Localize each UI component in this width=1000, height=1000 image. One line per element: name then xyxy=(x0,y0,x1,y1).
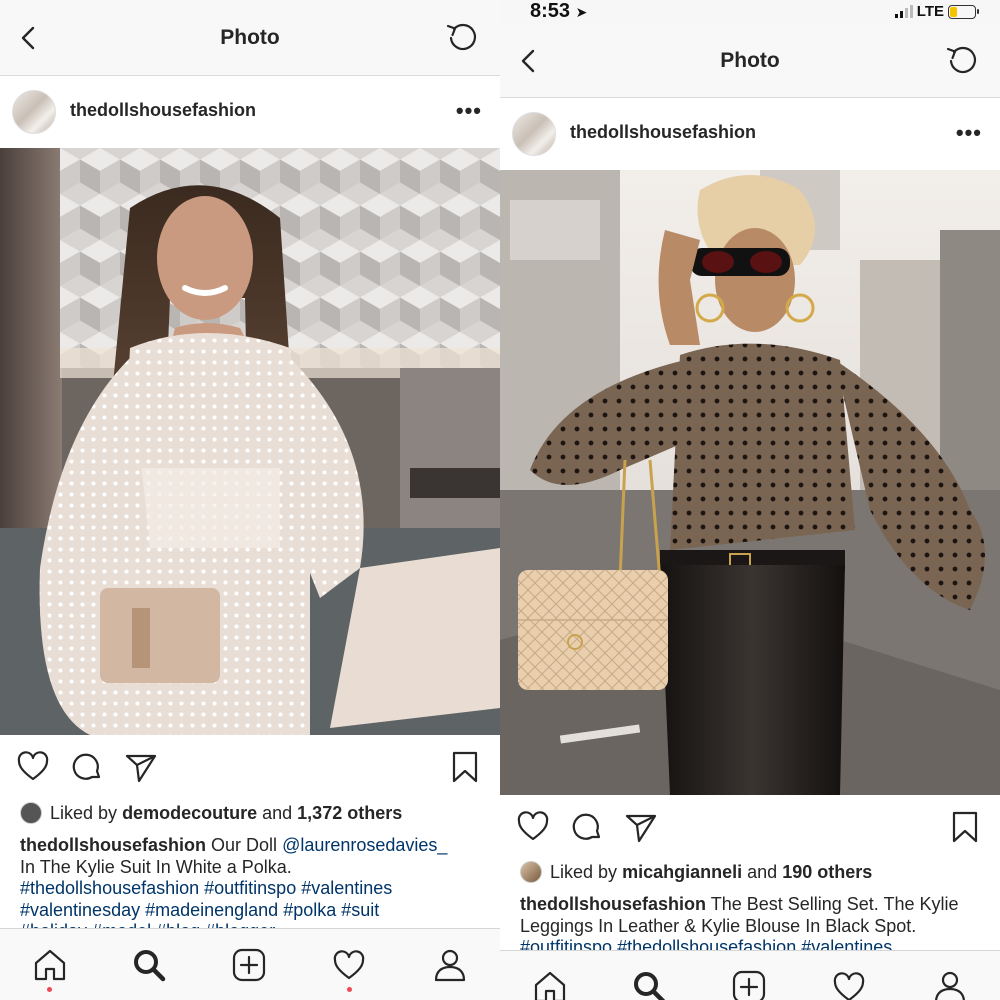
page-title: Photo xyxy=(720,48,780,72)
caption-username[interactable]: thedollshousefashion xyxy=(520,894,706,914)
add-icon[interactable] xyxy=(731,969,767,1000)
liker-avatar xyxy=(520,861,542,883)
likes-line[interactable]: Liked by demodecouture and 1,372 others xyxy=(20,802,402,824)
post-username[interactable]: thedollshousefashion xyxy=(570,122,756,143)
post-username[interactable]: thedollshousefashion xyxy=(70,100,256,121)
liker-name[interactable]: demodecouture xyxy=(122,803,257,823)
profile-icon[interactable] xyxy=(932,969,968,1000)
tab-bar xyxy=(0,928,500,1000)
post-caption: thedollshousefashion Our Doll @laurenros… xyxy=(20,835,486,943)
carrier-label: LTE xyxy=(916,3,944,20)
battery-icon xyxy=(948,4,979,19)
tab-bar xyxy=(500,950,1000,1000)
more-icon[interactable]: ••• xyxy=(956,120,982,146)
share-icon[interactable] xyxy=(124,750,158,784)
bookmark-icon[interactable] xyxy=(948,810,982,844)
post-actions xyxy=(0,740,500,796)
search-icon[interactable] xyxy=(131,947,167,983)
post-photo[interactable] xyxy=(500,170,1000,795)
activity-icon[interactable] xyxy=(331,947,367,983)
refresh-icon[interactable] xyxy=(944,43,980,79)
caption-username[interactable]: thedollshousefashion xyxy=(20,835,206,855)
heart-icon[interactable] xyxy=(516,810,550,844)
add-icon[interactable] xyxy=(231,947,267,983)
search-icon[interactable] xyxy=(631,969,667,1000)
likes-line[interactable]: Liked by micahgianneli and 190 others xyxy=(520,861,872,883)
likes-and: and xyxy=(747,861,778,882)
comment-icon[interactable] xyxy=(570,810,604,844)
caption-text-2: In The Kylie Suit In White a Polka. xyxy=(20,856,292,877)
share-icon[interactable] xyxy=(624,810,658,844)
nav-bar: Photo xyxy=(500,24,1000,98)
likes-and: and xyxy=(262,802,293,823)
heart-icon[interactable] xyxy=(16,750,50,784)
signal-icon xyxy=(894,5,913,18)
activity-icon[interactable] xyxy=(831,969,867,1000)
avatar[interactable] xyxy=(12,90,56,134)
caption-hashtags[interactable]: #thedollshousefashion #outfitinspo #vale… xyxy=(20,878,392,898)
post-photo-image xyxy=(500,170,1000,795)
caption-hashtags[interactable]: #valentinesday #madeinengland #polka #su… xyxy=(20,900,379,920)
bookmark-icon[interactable] xyxy=(448,750,482,784)
home-icon[interactable] xyxy=(532,969,568,1000)
home-icon[interactable] xyxy=(32,947,68,983)
notification-dot xyxy=(347,987,352,992)
liker-avatar xyxy=(20,802,42,824)
likes-others[interactable]: 190 others xyxy=(782,862,872,882)
status-indicators: LTE xyxy=(894,3,979,20)
refresh-icon[interactable] xyxy=(444,20,480,56)
right-screenshot: 8:53 ➤ LTE Photo thedollshousefashion ••… xyxy=(500,0,1000,1000)
liker-name[interactable]: micahgianneli xyxy=(622,862,742,882)
page-title: Photo xyxy=(220,25,280,49)
notification-dot xyxy=(47,987,52,992)
left-screenshot: Photo thedollshousefashion ••• Liked by … xyxy=(0,0,500,1000)
avatar[interactable] xyxy=(512,112,556,156)
post-header: thedollshousefashion ••• xyxy=(0,76,500,148)
likes-prefix: Liked by xyxy=(550,861,618,882)
post-caption: thedollshousefashion The Best Selling Se… xyxy=(520,894,986,959)
profile-icon[interactable] xyxy=(432,947,468,983)
caption-mention[interactable]: @laurenrosedavies_ xyxy=(282,835,447,855)
more-icon[interactable]: ••• xyxy=(456,98,482,124)
status-bar: 8:53 ➤ LTE xyxy=(500,0,1000,24)
nav-bar: Photo xyxy=(0,0,500,76)
location-arrow-icon: ➤ xyxy=(575,4,588,20)
caption-text: Our Doll xyxy=(211,835,278,855)
status-time: 8:53 ➤ xyxy=(530,0,588,22)
post-header: thedollshousefashion ••• xyxy=(500,98,1000,170)
post-actions xyxy=(500,800,1000,856)
post-photo[interactable] xyxy=(0,148,500,735)
likes-prefix: Liked by xyxy=(50,802,118,823)
likes-others[interactable]: 1,372 others xyxy=(297,803,402,823)
comment-icon[interactable] xyxy=(70,750,104,784)
post-photo-image xyxy=(0,148,500,735)
